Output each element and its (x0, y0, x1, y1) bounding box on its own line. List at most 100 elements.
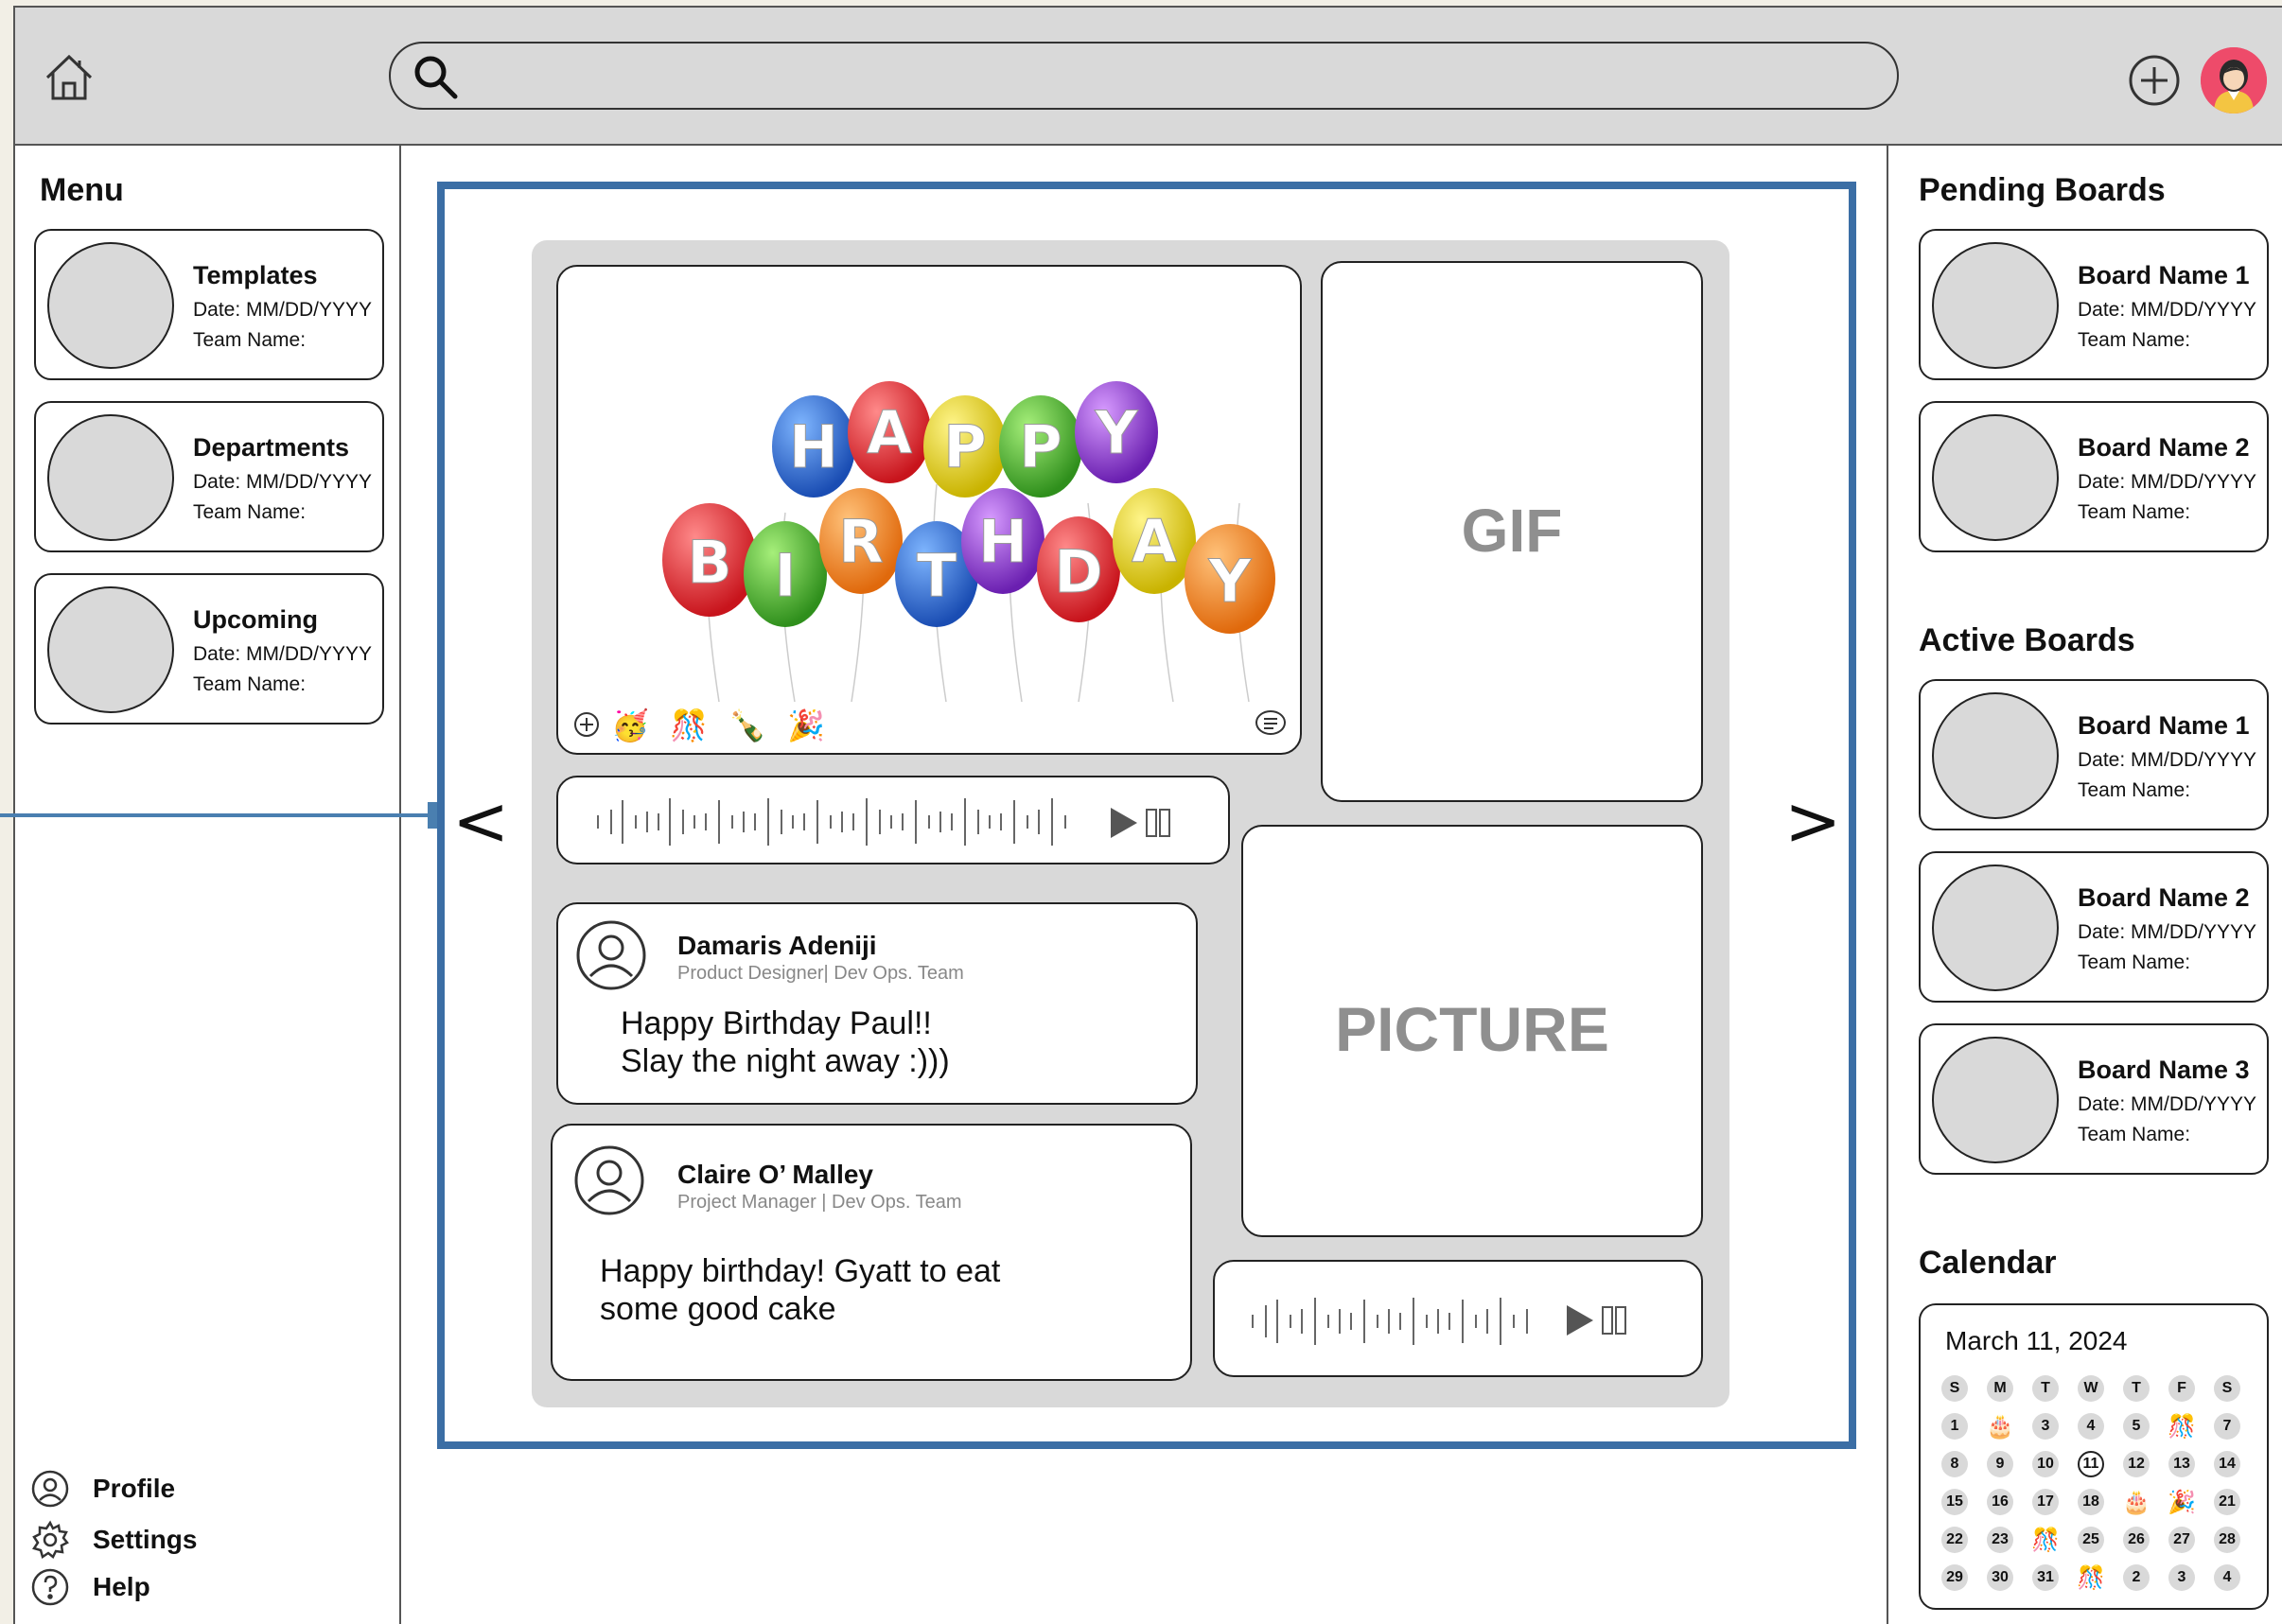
active-board-card[interactable]: Board Name 3 Date: MM/DD/YYYY Team Name: (1919, 1023, 2269, 1175)
user-avatar[interactable] (2201, 47, 2267, 114)
calendar-day[interactable]: 17 (2032, 1489, 2059, 1515)
calendar-day[interactable]: 10 (2032, 1451, 2059, 1477)
calendar-day[interactable]: 16 (1987, 1489, 2013, 1515)
settings-link[interactable]: Settings (30, 1519, 197, 1561)
user-icon (576, 920, 646, 990)
calendar-day[interactable]: 7 (2214, 1413, 2240, 1440)
calendar-day[interactable]: 31 (2032, 1564, 2059, 1591)
calendar-day[interactable]: 2 (2123, 1564, 2150, 1591)
calendar-weekday: T (2032, 1375, 2059, 1402)
card-date: Date: MM/DD/YYYY (2078, 921, 2257, 943)
birthday-balloons-image: H A P P Y B I R T H D A Y (662, 381, 1275, 703)
play-pause-icon[interactable] (1563, 1301, 1629, 1339)
calendar-day[interactable]: 8 (1941, 1451, 1968, 1477)
gear-icon (32, 1520, 69, 1559)
calendar-day[interactable]: 30 (1987, 1564, 2013, 1591)
calendar-event-icon[interactable]: 🎉 (2168, 1489, 2196, 1515)
calendar-day[interactable]: 13 (2168, 1451, 2195, 1477)
calendar-day[interactable]: 1 (1941, 1413, 1968, 1440)
card-thumbnail (1932, 864, 2059, 991)
card-date: Date: MM/DD/YYYY (193, 471, 373, 493)
calendar-day[interactable]: 26 (2123, 1527, 2150, 1553)
message-author: Claire O’ Malley (677, 1160, 873, 1189)
calendar-day[interactable]: 29 (1941, 1564, 1968, 1591)
right-divider (1887, 146, 1888, 1624)
calendar-event-icon[interactable]: 🎂 (1986, 1413, 2014, 1440)
card-date: Date: MM/DD/YYYY (2078, 1093, 2257, 1115)
calendar-event-icon[interactable]: 🎊 (2077, 1564, 2105, 1591)
calendar-day[interactable]: 12 (2123, 1451, 2150, 1477)
active-board-card[interactable]: Board Name 1 Date: MM/DD/YYYY Team Name: (1919, 679, 2269, 830)
settings-label: Settings (93, 1525, 198, 1554)
calendar-day[interactable]: 15 (1941, 1489, 1968, 1515)
reaction-emoji[interactable]: 🍾 (728, 707, 766, 743)
calendar-event-icon[interactable]: 🎂 (2122, 1489, 2150, 1515)
audio-tile[interactable] (1213, 1260, 1703, 1377)
pending-board-card[interactable]: Board Name 1 Date: MM/DD/YYYY Team Name: (1919, 229, 2269, 380)
calendar-event-icon[interactable]: 🎊 (2168, 1413, 2196, 1440)
add-reaction-icon[interactable] (573, 711, 600, 738)
balloon-letter: H (978, 507, 1027, 576)
message-card[interactable]: Claire O’ Malley Project Manager | Dev O… (551, 1124, 1192, 1381)
card-team: Team Name: (193, 501, 307, 523)
calendar-day[interactable]: 5 (2123, 1413, 2150, 1440)
calendar-title: Calendar (1919, 1245, 2057, 1281)
calendar-event-icon[interactable]: 🎊 (2031, 1527, 2060, 1553)
user-icon (31, 1470, 69, 1508)
card-date: Date: MM/DD/YYYY (2078, 471, 2257, 493)
audio-waveform (597, 798, 1066, 846)
add-icon[interactable] (2127, 53, 2182, 108)
calendar-day[interactable]: 14 (2214, 1451, 2240, 1477)
menu-card-upcoming[interactable]: Upcoming Date: MM/DD/YYYY Team Name: (34, 573, 384, 725)
image-tile[interactable]: H A P P Y B I R T H D A Y 🥳 🎊 🍾 🎉 (556, 265, 1302, 755)
pending-board-card[interactable]: Board Name 2 Date: MM/DD/YYYY Team Name: (1919, 401, 2269, 552)
home-icon[interactable] (42, 49, 97, 104)
calendar-day[interactable]: 11 (2078, 1451, 2104, 1477)
calendar-day[interactable]: 22 (1941, 1527, 1968, 1553)
search-input[interactable] (476, 55, 1876, 98)
calendar-weekday: W (2078, 1375, 2104, 1402)
calendar-day[interactable]: 3 (2032, 1413, 2059, 1440)
calendar-weekday: S (2214, 1375, 2240, 1402)
calendar-day[interactable]: 3 (2168, 1564, 2195, 1591)
card-title: Board Name 1 (2078, 711, 2250, 740)
prev-board-button[interactable]: < (452, 781, 509, 861)
search-bar[interactable] (389, 42, 1899, 110)
balloon-letter: R (838, 507, 884, 576)
card-team: Team Name: (2078, 779, 2191, 801)
comment-icon[interactable] (1255, 709, 1287, 738)
play-pause-icon[interactable] (1107, 804, 1173, 842)
calendar-day[interactable]: 18 (2078, 1489, 2104, 1515)
reaction-emoji[interactable]: 🎊 (670, 707, 708, 743)
message-card[interactable]: Damaris Adeniji Product Designer| Dev Op… (556, 902, 1198, 1105)
calendar-day[interactable]: 4 (2078, 1413, 2104, 1440)
calendar-day[interactable]: 23 (1987, 1527, 2013, 1553)
calendar-day[interactable]: 9 (1987, 1451, 2013, 1477)
calendar-day[interactable]: 25 (2078, 1527, 2104, 1553)
picture-label: PICTURE (1335, 994, 1609, 1064)
picture-tile[interactable]: PICTURE (1241, 825, 1703, 1237)
connector-line (0, 813, 437, 817)
connector-handle (428, 802, 437, 829)
left-divider (399, 146, 401, 1624)
menu-card-departments[interactable]: Departments Date: MM/DD/YYYY Team Name: (34, 401, 384, 552)
active-board-card[interactable]: Board Name 2 Date: MM/DD/YYYY Team Name: (1919, 851, 2269, 1003)
calendar-day[interactable]: 28 (2214, 1527, 2240, 1553)
profile-link[interactable]: Profile (30, 1468, 175, 1510)
gif-tile[interactable]: GIF (1321, 261, 1703, 802)
calendar-day[interactable]: 21 (2214, 1489, 2240, 1515)
card-team: Team Name: (2078, 952, 2191, 973)
menu-card-templates[interactable]: Templates Date: MM/DD/YYYY Team Name: (34, 229, 384, 380)
calendar-day[interactable]: 27 (2168, 1527, 2195, 1553)
help-link[interactable]: Help (30, 1566, 150, 1608)
next-board-button[interactable]: > (1784, 781, 1841, 861)
calendar-day[interactable]: 4 (2214, 1564, 2240, 1591)
balloon-letter: P (1019, 412, 1062, 481)
balloon-letter: A (867, 398, 912, 467)
audio-tile[interactable] (556, 776, 1230, 864)
calendar-widget[interactable]: March 11, 2024 S M T W T F S 1 🎂 3 4 5 🎊 7 8 9 10 11 12 13 1… (1919, 1303, 2269, 1610)
reaction-emoji[interactable]: 🥳 (611, 707, 649, 743)
card-thumbnail (1932, 1037, 2059, 1163)
reaction-emoji[interactable]: 🎉 (787, 707, 825, 743)
pending-boards-title: Pending Boards (1919, 172, 2166, 208)
